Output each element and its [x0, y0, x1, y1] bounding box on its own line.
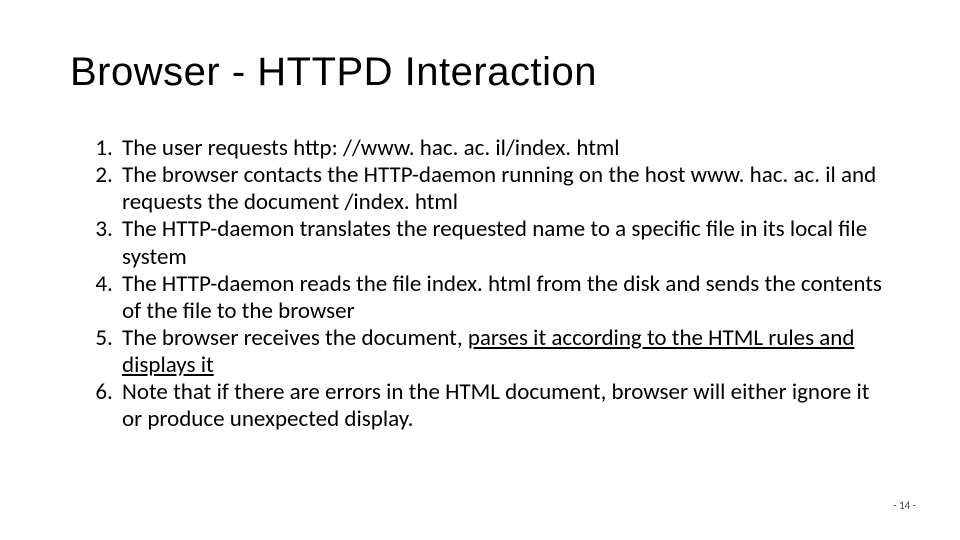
list-item: The HTTP-daemon translates the requested…	[118, 216, 890, 270]
list-item: The browser contacts the HTTP-daemon run…	[118, 162, 890, 216]
list-item: The browser receives the document, parse…	[118, 325, 890, 379]
list-item: The HTTP-daemon reads the file index. ht…	[118, 271, 890, 325]
slide: Browser - HTTPD Interaction The user req…	[0, 0, 960, 540]
step5-prefix: The browser receives the document,	[122, 324, 468, 352]
list-item: The user requests http: //www. hac. ac. …	[118, 135, 890, 162]
list-item: Note that if there are errors in the HTM…	[118, 379, 890, 433]
step-list: The user requests http: //www. hac. ac. …	[70, 135, 890, 433]
page-number: - 14 -	[893, 499, 916, 512]
slide-title: Browser - HTTPD Interaction	[70, 50, 890, 95]
